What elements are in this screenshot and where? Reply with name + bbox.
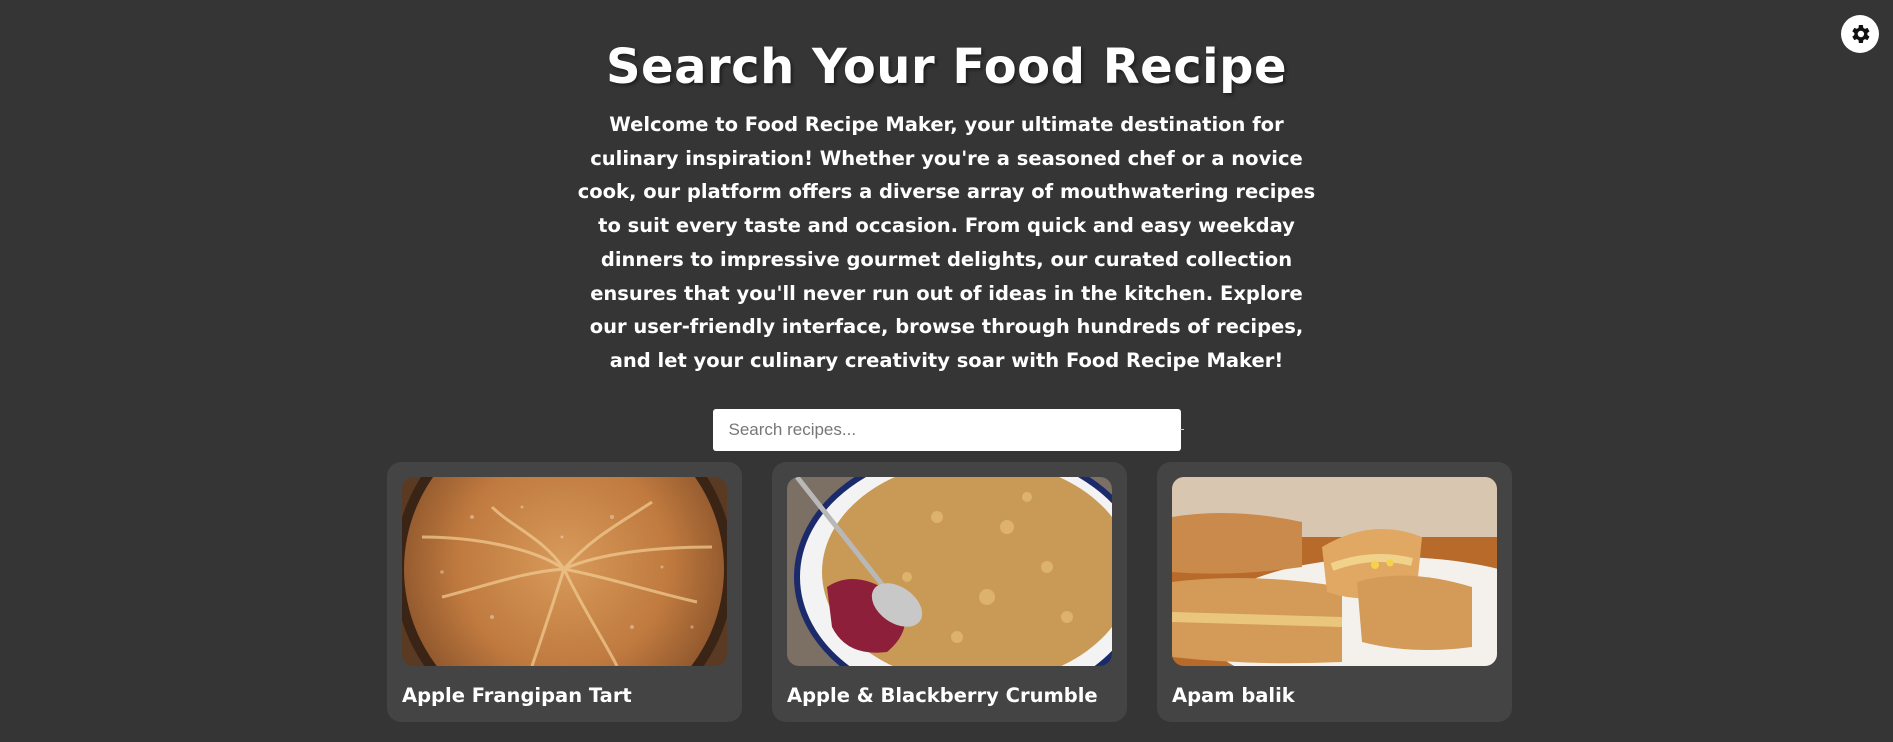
page-title: Search Your Food Recipe: [605, 39, 1288, 95]
search-edge-mark: [1179, 428, 1184, 430]
recipe-title: Apam balik: [1172, 684, 1295, 707]
recipe-title: Apple Frangipan Tart: [402, 684, 632, 707]
recipe-card[interactable]: Apple & Blackberry Crumble: [772, 462, 1127, 722]
page: Search Your Food Recipe Welcome to Food …: [0, 0, 1893, 742]
recipe-image-blackberry-crumble: [787, 477, 1112, 666]
recipe-card[interactable]: Apple Frangipan Tart: [387, 462, 742, 722]
recipe-image-apple-tart: [402, 477, 727, 666]
recipe-image-apam-balik: [1172, 477, 1497, 666]
recipe-card[interactable]: Apam balik: [1157, 462, 1512, 722]
intro-paragraph: Welcome to Food Recipe Maker, your ultim…: [577, 113, 1316, 372]
search-input[interactable]: [712, 408, 1181, 451]
gear-icon: [1852, 25, 1870, 43]
recipe-grid: Apple Frangipan Tart Apple & Blackberry …: [387, 462, 1512, 722]
recipe-title: Apple & Blackberry Crumble: [787, 684, 1098, 707]
search-bar: [712, 408, 1184, 451]
theme-toggle-button[interactable]: [1841, 15, 1879, 53]
hero-section: Search Your Food Recipe Welcome to Food …: [0, 0, 1893, 451]
